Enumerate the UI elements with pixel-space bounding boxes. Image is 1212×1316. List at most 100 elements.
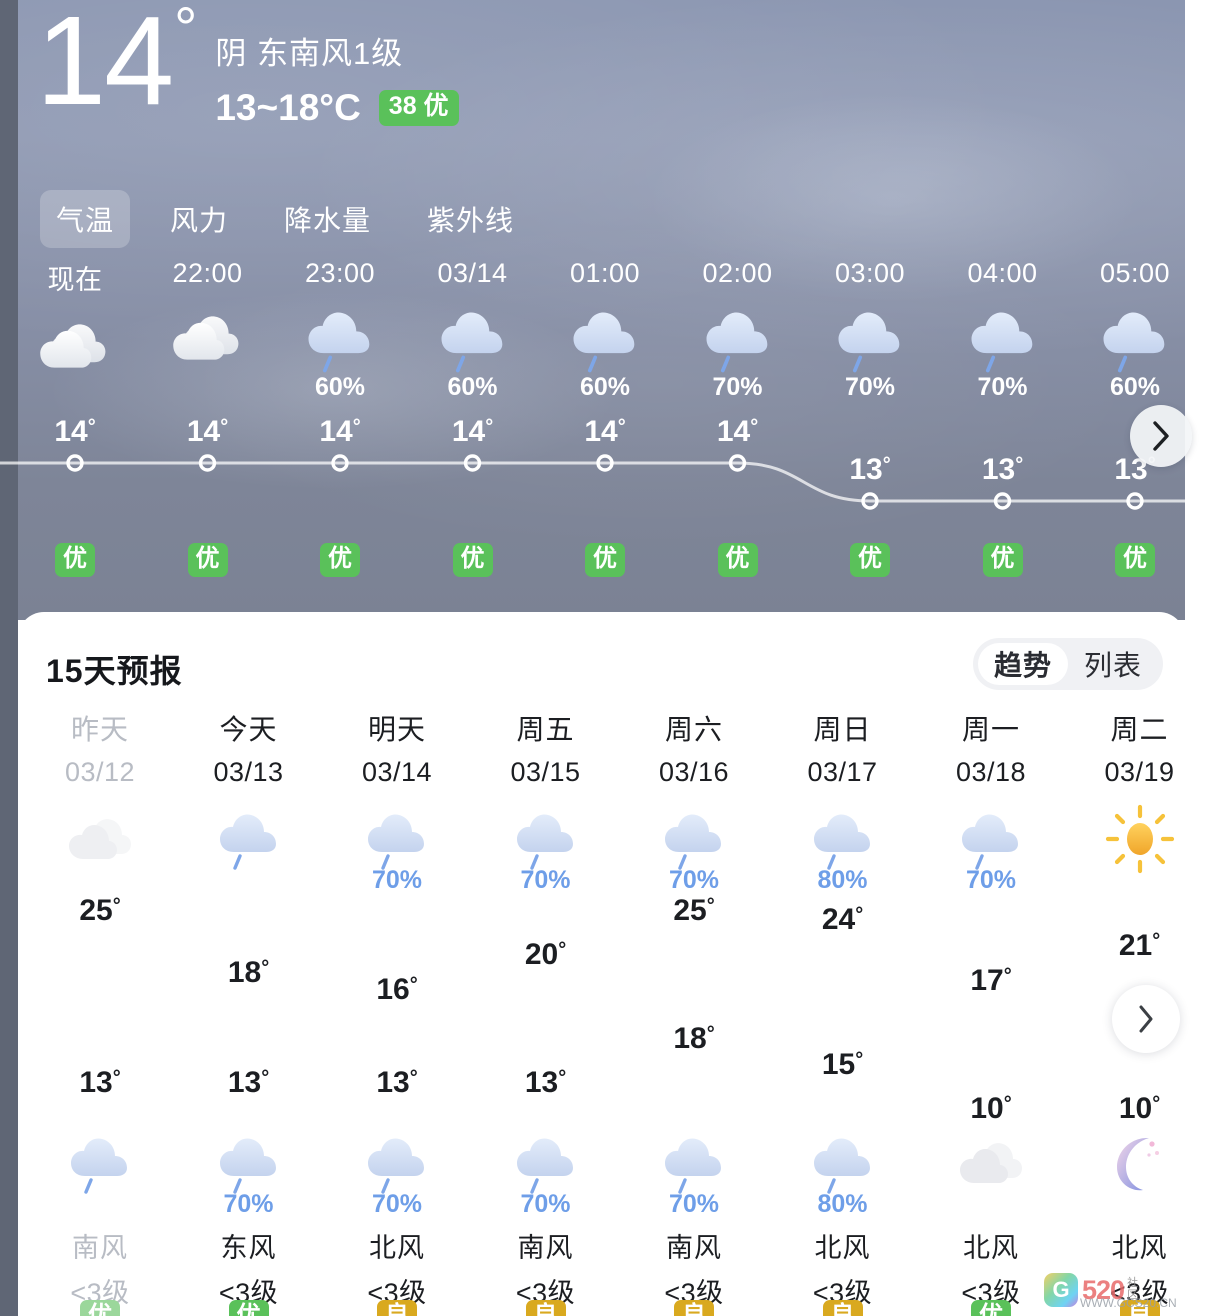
daily-night-precip: 80% bbox=[817, 1190, 868, 1218]
daily-column[interactable]: 明天 03/14 bbox=[323, 708, 471, 788]
hourly-aqi-badge: 优 bbox=[452, 543, 493, 577]
hourly-aqi-badge: 优 bbox=[717, 543, 758, 577]
daily-column[interactable]: 周日 03/17 bbox=[769, 708, 917, 788]
hourly-column[interactable]: 05:00 60% bbox=[1068, 258, 1202, 402]
daily-day-precip: 70% bbox=[371, 866, 423, 894]
daily-forecast-grid[interactable]: 昨天 03/12 25° 13° 南风 <3级优 今天 03/13 18° 13° 70% 东风 <3级… bbox=[18, 708, 1185, 1316]
daily-aqi-badge: 良 bbox=[822, 1300, 863, 1316]
hourly-column[interactable]: 23:00 60% bbox=[273, 258, 407, 402]
daily-column[interactable]: 昨天 03/12 bbox=[26, 708, 174, 788]
daily-night-icon-wrap: 80% bbox=[769, 1128, 917, 1224]
hourly-temperature: 14° bbox=[54, 415, 96, 448]
hourly-weather-icon-wrap bbox=[538, 301, 672, 377]
daily-aqi-badge: 良 bbox=[525, 1300, 566, 1316]
daily-wind: 南风 <3级 bbox=[26, 1226, 174, 1310]
hourly-time: 01:00 bbox=[569, 258, 641, 288]
overcast-icon bbox=[40, 324, 106, 368]
tab-wind[interactable]: 风力 bbox=[154, 190, 244, 248]
daily-low-temperature: 18° bbox=[673, 1021, 715, 1055]
daily-night-precip: 70% bbox=[371, 1190, 423, 1218]
hourly-aqi-wrap: 优 bbox=[406, 543, 540, 577]
daily-aqi-badge: 优 bbox=[971, 1300, 1011, 1316]
rain-icon bbox=[813, 1138, 870, 1194]
site-watermark: G 520 社区 WWW.GCS20.CN bbox=[1044, 1266, 1204, 1314]
hourly-column[interactable]: 03:00 70% bbox=[803, 258, 937, 402]
daily-weekday: 今天 bbox=[219, 714, 278, 745]
daily-column[interactable]: 周五 03/15 bbox=[472, 708, 620, 788]
hourly-temperature: 14° bbox=[451, 415, 494, 448]
chevron-right-icon bbox=[1153, 421, 1169, 451]
daily-high-temperature: 16° bbox=[376, 973, 418, 1007]
daily-aqi-badge: 优 bbox=[228, 1300, 269, 1316]
sun-icon bbox=[1105, 804, 1174, 874]
daily-low-temperature: 13° bbox=[524, 1065, 567, 1099]
rain-icon bbox=[665, 814, 721, 870]
cloudy-icon bbox=[69, 819, 131, 859]
daily-night-icon-wrap bbox=[1066, 1128, 1186, 1224]
rain-icon bbox=[971, 312, 1032, 373]
daily-date: 03/18 bbox=[955, 757, 1027, 787]
daily-date: 03/16 bbox=[658, 757, 730, 787]
daily-low-temperature: 10° bbox=[970, 1092, 1012, 1125]
toggle-trend[interactable]: 趋势 bbox=[977, 643, 1068, 685]
chevron-right-icon bbox=[1139, 1005, 1153, 1033]
daily-low-temperature: 10° bbox=[1118, 1092, 1161, 1125]
daily-night-icon-wrap bbox=[26, 1128, 174, 1224]
rain-icon bbox=[706, 312, 767, 373]
hourly-column[interactable]: 22:00 bbox=[141, 258, 275, 377]
degree-symbol: ° bbox=[174, 0, 197, 61]
hourly-column[interactable]: 04:00 70% bbox=[936, 258, 1070, 402]
daily-weekday: 明天 bbox=[367, 714, 426, 745]
daily-weekday: 周二 bbox=[1110, 714, 1169, 745]
hourly-time: 现在 bbox=[47, 265, 103, 295]
daily-wind-direction: 北风 bbox=[963, 1233, 1019, 1263]
hourly-column[interactable]: 03/14 60% bbox=[406, 258, 540, 402]
daily-aqi-badge: 良 bbox=[377, 1300, 417, 1316]
hourly-aqi-wrap: 优 bbox=[141, 543, 275, 577]
daily-night-icon-wrap: 70% bbox=[620, 1128, 768, 1224]
current-temperature: 14° bbox=[36, 0, 197, 124]
hourly-next-button[interactable] bbox=[1130, 405, 1192, 467]
card-right-frame-edge bbox=[1185, 612, 1212, 1316]
tab-precipitation[interactable]: 降水量 bbox=[268, 190, 387, 248]
hourly-forecast-strip[interactable]: 现在 14° 优 22:00 14° 优 23:00 60% 14° 优 03/14 60% 14° 优 0… bbox=[0, 258, 1212, 598]
daily-next-button[interactable] bbox=[1112, 985, 1180, 1053]
hourly-column[interactable]: 02:00 70% bbox=[671, 258, 805, 402]
aqi-badge[interactable]: 38 优 bbox=[378, 90, 459, 126]
daily-wind: 东风 <3级 bbox=[175, 1226, 323, 1310]
daily-wind: 南风 <3级 bbox=[472, 1226, 620, 1310]
hourly-temperature: 14° bbox=[716, 415, 759, 448]
daily-aqi-badge: 优 bbox=[80, 1300, 120, 1316]
hourly-column[interactable]: 现在 bbox=[8, 258, 142, 385]
daily-aqi-wrap: 良 bbox=[472, 1300, 620, 1316]
tab-uv[interactable]: 紫外线 bbox=[411, 190, 530, 248]
daily-column[interactable]: 今天 03/13 bbox=[175, 708, 323, 788]
rain-icon bbox=[71, 1138, 127, 1194]
daily-column[interactable]: 周二 03/19 bbox=[1066, 708, 1186, 788]
toggle-list[interactable]: 列表 bbox=[1068, 643, 1158, 685]
daily-day-precip: 70% bbox=[668, 866, 720, 894]
daily-night-precip: 70% bbox=[223, 1190, 274, 1218]
hourly-precip-chance: 60% bbox=[314, 373, 366, 401]
daily-high-temperature: 18° bbox=[227, 955, 270, 989]
daily-date: 03/19 bbox=[1104, 757, 1175, 787]
hourly-column[interactable]: 01:00 60% bbox=[538, 258, 672, 402]
daily-column[interactable]: 周一 03/18 bbox=[917, 708, 1065, 788]
daily-day-icon-wrap: 80% bbox=[769, 804, 917, 900]
rain-icon bbox=[813, 814, 870, 870]
daily-aqi-wrap: 良 bbox=[769, 1300, 917, 1316]
hourly-aqi-badge: 优 bbox=[55, 543, 95, 577]
daily-night-icon-wrap: 70% bbox=[323, 1128, 471, 1224]
rain-icon bbox=[516, 814, 573, 870]
hourly-aqi-badge: 优 bbox=[982, 543, 1023, 577]
watermark-logo-icon: G bbox=[1044, 1273, 1078, 1307]
hourly-aqi-badge: 优 bbox=[850, 543, 890, 577]
daily-wind-direction: 南风 bbox=[517, 1233, 574, 1263]
tab-temperature[interactable]: 气温 bbox=[40, 190, 131, 248]
rain-icon bbox=[368, 1138, 424, 1194]
hourly-precip-chance: 70% bbox=[977, 373, 1028, 401]
hourly-weather-icon-wrap bbox=[803, 301, 937, 377]
rain-icon bbox=[665, 1138, 721, 1194]
daily-column[interactable]: 周六 03/16 bbox=[620, 708, 768, 788]
daily-date: 03/12 bbox=[64, 757, 136, 787]
